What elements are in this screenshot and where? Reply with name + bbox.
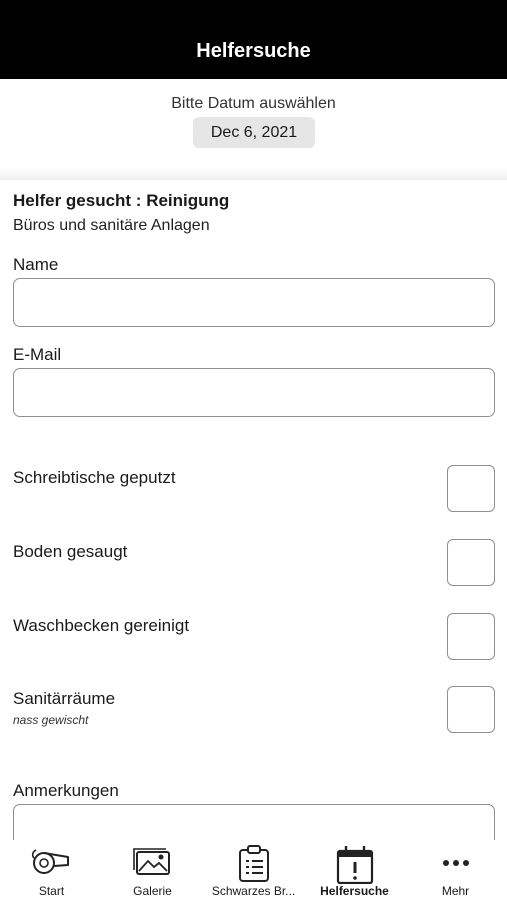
notes-field[interactable]	[13, 804, 495, 840]
checkbox-sanitary-rooms[interactable]	[447, 686, 495, 733]
checkbox-desks-cleaned[interactable]	[447, 465, 495, 512]
tab-label: Mehr	[441, 884, 470, 898]
email-label: E-Mail	[13, 345, 62, 364]
tab-start[interactable]: Start	[1, 840, 102, 900]
tab-bulletin-board[interactable]: Schwarzes Br...	[203, 840, 304, 900]
date-selector: Bitte Datum auswählen Dec 6, 2021	[0, 79, 507, 180]
gallery-icon	[132, 848, 170, 875]
checkbox-label: Sanitärräume	[13, 689, 116, 708]
checkbox-sublabel: nass gewischt	[13, 713, 89, 727]
more-icon	[442, 860, 469, 866]
checkbox-label: Boden gesaugt	[13, 542, 128, 561]
page-title: Helfersuche	[196, 40, 311, 62]
checkbox-label: Waschbecken gereinigt	[13, 616, 190, 635]
date-prompt: Bitte Datum auswählen	[171, 95, 336, 112]
checkbox-floor-vacuumed[interactable]	[447, 539, 495, 586]
date-picker-button[interactable]: Dec 6, 2021	[193, 117, 315, 148]
tab-more[interactable]: Mehr	[405, 840, 506, 900]
tab-helper-search[interactable]: Helfersuche	[304, 840, 405, 900]
tab-label: Start	[38, 884, 65, 898]
tab-label: Schwarzes Br...	[211, 884, 296, 898]
tab-label: Galerie	[133, 884, 172, 898]
calendar-alert-icon	[336, 846, 373, 884]
checkbox-label: Schreibtische geputzt	[13, 468, 176, 487]
checkbox-sinks-cleaned[interactable]	[447, 613, 495, 660]
clipboard-icon	[238, 845, 269, 882]
name-label: Name	[13, 255, 59, 274]
tab-label: Helfersuche	[320, 884, 389, 898]
notes-label: Anmerkungen	[13, 781, 119, 800]
tab-bar: Start Galerie Schwarzes Br... Helfersuch…	[0, 840, 507, 900]
helper-form: Helfer gesucht : Reinigung Büros und san…	[0, 180, 507, 840]
tab-gallery[interactable]: Galerie	[102, 840, 203, 900]
whistle-icon	[31, 849, 69, 874]
email-field[interactable]	[13, 368, 495, 417]
navigation-bar: Helfersuche	[0, 0, 507, 79]
name-field[interactable]	[13, 278, 495, 327]
job-title: Helfer gesucht : Reinigung	[13, 191, 230, 210]
job-subtitle: Büros und sanitäre Anlagen	[13, 217, 210, 234]
